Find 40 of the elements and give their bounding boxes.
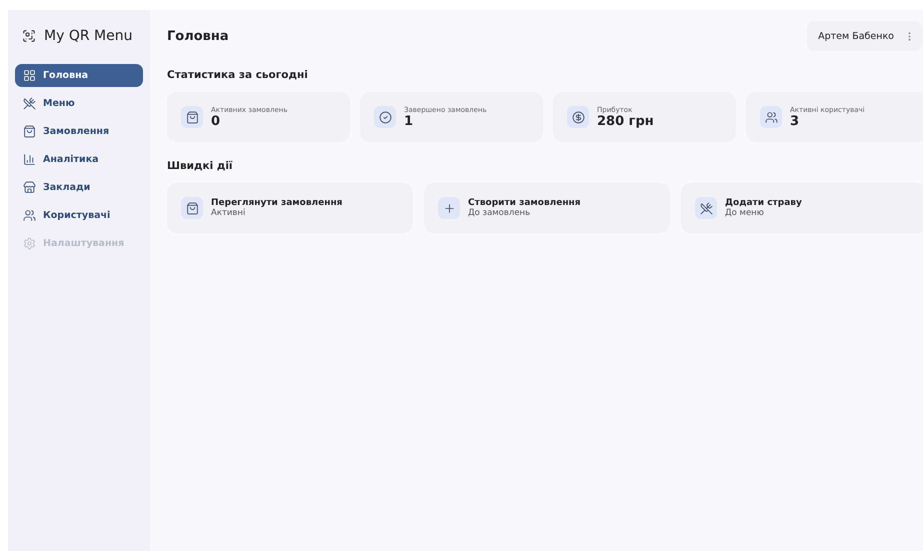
store-icon: [23, 181, 36, 194]
page-title: Головна: [167, 28, 229, 44]
stat-value: 0: [211, 114, 222, 128]
stat-value: 280 грн: [597, 114, 654, 128]
users-icon: [23, 209, 36, 222]
action-subtitle: До замовлень: [468, 208, 532, 218]
bag-icon: [186, 110, 198, 124]
action-subtitle: До меню: [725, 208, 765, 218]
grid-icon: [23, 69, 36, 82]
stat-value: 3: [790, 114, 800, 128]
sidebar-item[interactable]: Заклади: [15, 176, 143, 199]
action-title: Переглянути замовлення: [211, 198, 342, 208]
user-menu[interactable]: Артем Бабенко: [807, 21, 923, 51]
plus-icon: [442, 202, 456, 214]
sidebar-item[interactable]: Користувачі: [15, 204, 143, 227]
action-card[interactable]: Переглянути замовлення Активні: [167, 183, 413, 233]
users-icon: [764, 110, 778, 124]
bag-icon: [23, 125, 36, 138]
sidebar-item[interactable]: Замовлення: [15, 120, 143, 143]
stat-value: 1: [404, 114, 414, 128]
user-name: Артем Бабенко: [818, 30, 894, 42]
utensils-icon: [23, 97, 36, 110]
sidebar-item[interactable]: Головна: [15, 64, 143, 87]
check-circle-icon: [378, 110, 392, 124]
settings-icon: [23, 237, 36, 250]
utensils-icon: [700, 202, 712, 214]
section-title: Швидкі дії: [167, 160, 234, 172]
action-card[interactable]: Додати страву До меню: [681, 183, 923, 233]
app-logo-text: My QR Menu: [44, 28, 132, 44]
sidebar-item[interactable]: Аналітика: [15, 148, 143, 171]
action-subtitle: Активні: [211, 208, 246, 218]
action-card[interactable]: Створити замовлення До замовлень: [424, 183, 670, 233]
action-title: Створити замовлення: [468, 198, 581, 208]
bag-icon: [186, 202, 198, 214]
action-title: Додати страву: [725, 198, 802, 208]
qr-code-icon: [22, 29, 36, 43]
bar-chart-icon: [23, 153, 36, 166]
sidebar-item[interactable]: Меню: [15, 92, 143, 115]
section-title: Статистика за сьогодні: [167, 69, 309, 81]
dollar-icon: [572, 110, 584, 124]
